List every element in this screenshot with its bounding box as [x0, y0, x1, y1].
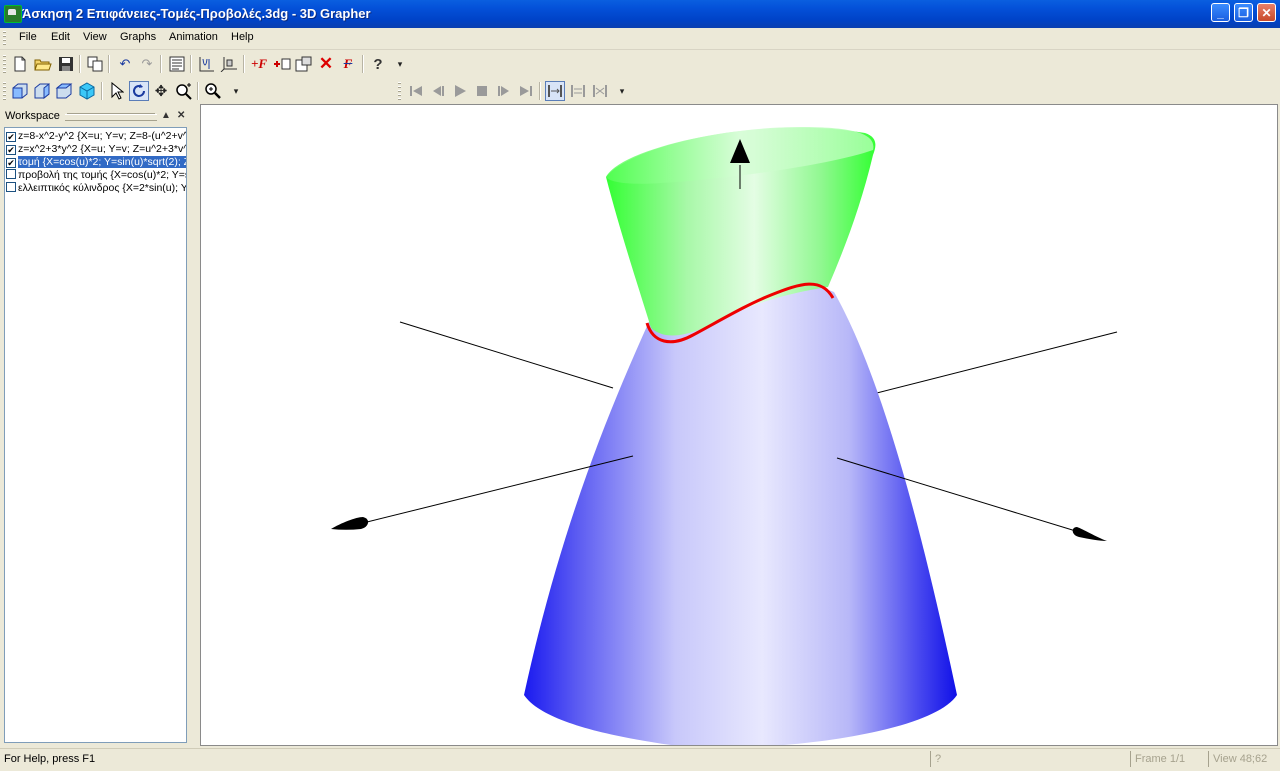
separator	[362, 55, 364, 73]
zoom-box-icon[interactable]	[173, 81, 193, 101]
zoom-icon[interactable]	[203, 81, 223, 101]
view-side-icon[interactable]	[32, 81, 52, 101]
separator	[243, 55, 245, 73]
workspace-grip[interactable]	[65, 114, 157, 121]
loop-icon[interactable]	[545, 81, 565, 101]
graph-item-label: τομή {X=cos(u)*2; Y=sin(u)*sqrt(2); Z=..…	[18, 156, 186, 168]
help-icon[interactable]: ?	[368, 54, 388, 74]
play-icon[interactable]	[450, 81, 470, 101]
minimize-button[interactable]: _	[1211, 3, 1230, 22]
undo-icon[interactable]: ↶	[115, 54, 135, 74]
add-function-icon[interactable]: +F	[249, 54, 269, 74]
animation-toolbar-grip[interactable]	[398, 82, 401, 100]
graph-item[interactable]: ✔τομή {X=cos(u)*2; Y=sin(u)*sqrt(2); Z=.…	[6, 156, 186, 169]
separator	[539, 82, 541, 100]
menu-animation[interactable]: Animation	[169, 31, 218, 43]
menu-bar: File Edit View Graphs Animation Help	[0, 28, 1280, 50]
close-button[interactable]: ✕	[1257, 3, 1276, 22]
move-icon[interactable]: ✥	[151, 81, 171, 101]
select-icon[interactable]	[107, 81, 127, 101]
title-bar: Άσκηση 2 Επιφάνειες-Τομές-Προβολές.3dg -…	[0, 0, 1280, 28]
graph-visible-checkbox[interactable]	[6, 169, 16, 179]
menu-view[interactable]: View	[83, 31, 107, 43]
graph-visible-checkbox[interactable]	[6, 182, 16, 192]
edit-function-icon[interactable]: F	[338, 54, 358, 74]
separator	[160, 55, 162, 73]
menu-grip[interactable]	[3, 31, 6, 46]
zoom-dropdown-icon[interactable]: ▾	[226, 81, 246, 101]
graph-visible-checkbox[interactable]: ✔	[6, 158, 16, 168]
stop-icon[interactable]	[472, 81, 492, 101]
3d-view[interactable]	[200, 104, 1278, 746]
toolbar-grip[interactable]	[3, 82, 6, 100]
status-pane: ?	[930, 751, 1131, 767]
menu-graphs[interactable]: Graphs	[120, 31, 156, 43]
workspace-pin-icon[interactable]: ▲	[161, 110, 171, 121]
view-top-icon[interactable]	[54, 81, 74, 101]
menu-file[interactable]: File	[19, 31, 37, 43]
graph-item[interactable]: προβολή της τομής {X=cos(u)*2; Y=sin(u)*…	[6, 169, 186, 182]
workspace-panel: Workspace ▲ ✕ ✔ z=8-x^2-y^2 {X=u; Y=v; Z=…	[0, 106, 195, 746]
menu-help[interactable]: Help	[231, 31, 254, 43]
separator	[190, 55, 192, 73]
animation-dropdown-icon[interactable]: ▾	[612, 81, 632, 101]
x-axis-back	[868, 331, 1118, 396]
axes-settings-icon[interactable]	[219, 54, 239, 74]
properties-icon[interactable]	[167, 54, 187, 74]
separator	[197, 82, 199, 100]
restore-button[interactable]: ❐	[1234, 3, 1253, 22]
status-view: View 48;62	[1208, 751, 1279, 767]
app-icon[interactable]	[4, 5, 22, 23]
redo-icon[interactable]: ↷	[137, 54, 157, 74]
graph-item[interactable]: ✔ z=8-x^2-y^2 {X=u; Y=v; Z=8-(u^2+v^2)}	[6, 130, 187, 143]
prev-frame-icon[interactable]	[428, 81, 448, 101]
graph-item[interactable]: ελλειπτικός κύλινδρος {X=2*sin(u); Y=...…	[6, 182, 186, 195]
first-frame-icon[interactable]	[406, 81, 426, 101]
last-frame-icon[interactable]	[516, 81, 536, 101]
graph-properties-icon[interactable]	[294, 54, 314, 74]
toolbar-grip[interactable]	[3, 55, 6, 73]
y-axis-arrow-icon	[331, 517, 369, 530]
graph-item-label: προβολή της τομής {X=cos(u)*2; Y=sin(u)*…	[18, 169, 186, 181]
next-frame-icon[interactable]	[494, 81, 514, 101]
y-axis-back	[399, 321, 614, 389]
separator	[101, 82, 103, 100]
status-bar: For Help, press F1 ? Frame 1/1 View 48;6…	[0, 748, 1280, 771]
x-axis-arrow-icon	[1072, 527, 1107, 541]
workspace-title: Workspace	[5, 110, 60, 122]
new-icon[interactable]	[10, 54, 30, 74]
graph-visible-checkbox[interactable]: ✔	[6, 145, 16, 155]
graph-list[interactable]: ✔ z=8-x^2-y^2 {X=u; Y=v; Z=8-(u^2+v^2)} ✔…	[4, 127, 187, 743]
open-icon[interactable]	[33, 54, 53, 74]
status-frame: Frame 1/1	[1130, 751, 1211, 767]
main-toolbar: ↶ ↷ +F ✕ F ? ▾	[0, 51, 420, 77]
3d-scene[interactable]	[201, 105, 1277, 745]
save-icon[interactable]	[56, 54, 76, 74]
copy-icon[interactable]	[85, 54, 105, 74]
graph-item-label: z=8-x^2-y^2 {X=u; Y=v; Z=8-(u^2+v^2)}	[18, 130, 187, 142]
view-3d-icon[interactable]	[77, 81, 97, 101]
graph-item-label: z=x^2+3*y^2 {X=u; Y=v; Z=u^2+3*v^2}	[18, 143, 187, 155]
bounce-icon[interactable]	[568, 81, 588, 101]
graph-item[interactable]: ✔ z=x^2+3*y^2 {X=u; Y=v; Z=u^2+3*v^2}	[6, 143, 187, 156]
menu-edit[interactable]: Edit	[51, 31, 70, 43]
workspace-close-icon[interactable]: ✕	[177, 110, 185, 121]
status-help-text: For Help, press F1	[4, 753, 96, 765]
graph-item-label: ελλειπτικός κύλινδρος {X=2*sin(u); Y=...…	[18, 182, 186, 194]
toolbar-overflow-icon[interactable]: ▾	[390, 54, 410, 74]
rotate-icon[interactable]	[129, 81, 149, 101]
view-front-icon[interactable]	[10, 81, 30, 101]
graph-visible-checkbox[interactable]: ✔	[6, 132, 16, 142]
axes-icon[interactable]	[196, 54, 216, 74]
add-object-icon[interactable]	[272, 54, 292, 74]
delete-icon[interactable]: ✕	[316, 54, 336, 74]
separator	[108, 55, 110, 73]
workspace-header: Workspace ▲ ✕	[3, 108, 188, 124]
blue-paraboloid-surface	[524, 281, 957, 745]
reverse-icon[interactable]	[590, 81, 610, 101]
window-title: Άσκηση 2 Επιφάνειες-Τομές-Προβολές.3dg -…	[22, 6, 371, 21]
separator	[79, 55, 81, 73]
view-toolbar: ✥ ▾ ▾	[0, 78, 1280, 104]
